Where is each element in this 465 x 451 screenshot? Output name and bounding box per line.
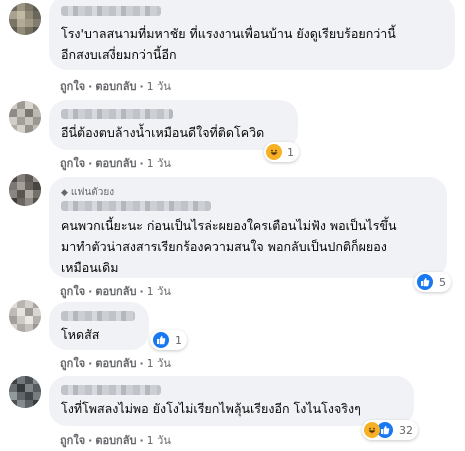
comment-actions: ถูกใจ · ตอบกลับ · 1 วัน — [60, 431, 171, 449]
reaction-summary[interactable]: 1 — [264, 142, 299, 162]
reply-link[interactable]: ตอบกลับ — [95, 354, 136, 372]
like-link[interactable]: ถูกใจ — [60, 282, 85, 300]
like-link[interactable]: ถูกใจ — [60, 354, 85, 372]
commenter-name[interactable] — [61, 6, 161, 16]
reply-link[interactable]: ตอบกลับ — [95, 282, 136, 300]
comment-text: คนพวกเนี้ยะนะ ก่อนเป็นไรล่ะผยองใครเตือนไ… — [61, 218, 397, 275]
avatar[interactable] — [9, 174, 41, 206]
commenter-name[interactable] — [61, 201, 211, 211]
reaction-count: 32 — [399, 423, 413, 437]
comment-bubble: โงที่โพสลงไม่พอ ยังโงไม่เรียกไพลุ้นเรียง… — [49, 376, 414, 426]
commenter-name[interactable] — [61, 109, 173, 119]
avatar[interactable] — [9, 101, 41, 133]
reaction-count: 1 — [287, 145, 294, 159]
diamond-icon: ◆ — [61, 188, 68, 198]
comment-text: โหดสัส — [61, 327, 100, 342]
timestamp[interactable]: 1 วัน — [147, 354, 171, 372]
reaction-summary[interactable]: 32 — [362, 420, 418, 440]
haha-icon — [364, 422, 380, 438]
top-fan-badge[interactable]: ◆ แฟนตัวยง — [61, 185, 114, 200]
commenter-name[interactable] — [61, 385, 161, 395]
avatar[interactable] — [9, 300, 41, 332]
like-link[interactable]: ถูกใจ — [60, 431, 85, 449]
timestamp[interactable]: 1 วัน — [147, 77, 171, 95]
haha-icon — [266, 144, 282, 160]
comment-actions: ถูกใจ · ตอบกลับ · 1 วัน — [60, 282, 171, 300]
comment-text: โงที่โพสลงไม่พอ ยังโงไม่เรียกไพลุ้นเรียง… — [61, 401, 361, 416]
comment-bubble: โหดสัส — [49, 302, 149, 350]
comment-bubble: โรง'บาลสนามที่มหาชัย ที่แรงงานเพื่อนบ้าน… — [49, 0, 455, 70]
like-icon — [152, 331, 170, 349]
timestamp[interactable]: 1 วัน — [147, 154, 171, 172]
timestamp[interactable]: 1 วัน — [147, 431, 171, 449]
like-link[interactable]: ถูกใจ — [60, 77, 85, 95]
avatar[interactable] — [9, 3, 41, 35]
comment-text: โรง'บาลสนามที่มหาชัย ที่แรงงานเพื่อนบ้าน… — [61, 26, 396, 62]
like-icon — [416, 273, 434, 291]
avatar[interactable] — [9, 376, 41, 408]
reaction-count: 5 — [439, 275, 446, 289]
timestamp[interactable]: 1 วัน — [147, 282, 171, 300]
reply-link[interactable]: ตอบกลับ — [95, 154, 136, 172]
commenter-name[interactable] — [61, 311, 135, 321]
comment-actions: ถูกใจ · ตอบกลับ · 1 วัน — [60, 77, 171, 95]
reply-link[interactable]: ตอบกลับ — [95, 77, 136, 95]
comment-actions: ถูกใจ · ตอบกลับ · 1 วัน — [60, 154, 171, 172]
reaction-count: 1 — [175, 333, 182, 347]
reply-link[interactable]: ตอบกลับ — [95, 431, 136, 449]
comment-text: อีนี่ต้องตบล้างน้ำเหมือนดีใจที่ติดโควิด — [61, 125, 265, 140]
comment-actions: ถูกใจ · ตอบกลับ · 1 วัน — [60, 354, 171, 372]
comment-bubble: ◆ แฟนตัวยง คนพวกเนี้ยะนะ ก่อนเป็นไรล่ะผยอ… — [49, 177, 447, 278]
reaction-summary[interactable]: 5 — [414, 272, 451, 292]
comment-bubble: อีนี่ต้องตบล้างน้ำเหมือนดีใจที่ติดโควิด — [49, 100, 298, 150]
reaction-summary[interactable]: 1 — [150, 330, 187, 350]
like-link[interactable]: ถูกใจ — [60, 154, 85, 172]
